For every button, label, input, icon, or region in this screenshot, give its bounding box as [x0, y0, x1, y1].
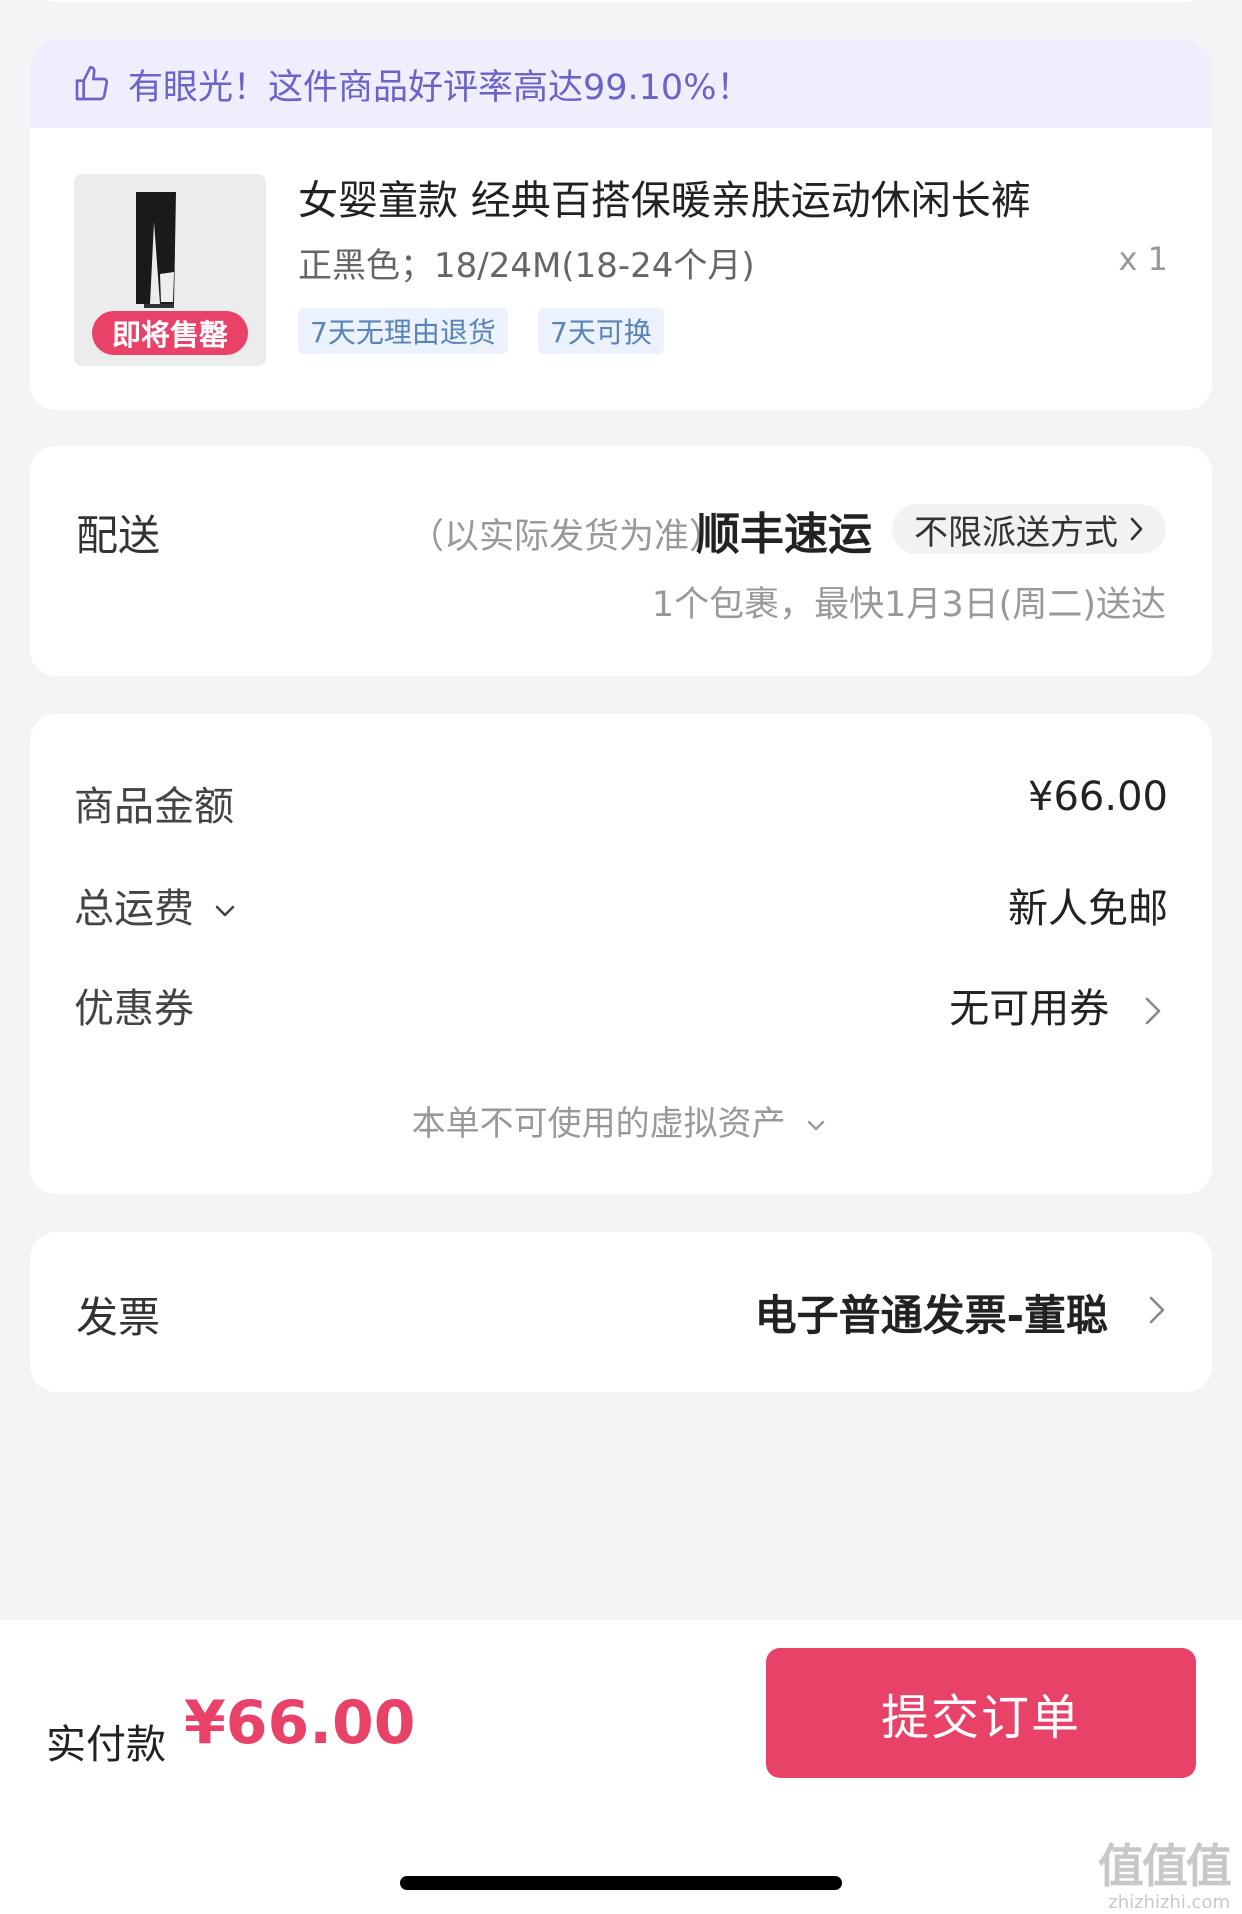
- chevron-right-icon: [1145, 997, 1161, 1025]
- previous-card-edge: [30, 0, 1212, 2]
- shipping-fee-value: 新人免邮: [1008, 886, 1168, 932]
- product-card: 有眼光！这件商品好评率高达99.10%！ 即将售罄 女婴童款 经典百搭保暖亲肤运…: [30, 40, 1212, 410]
- delivery-method-label: 不限派送方式: [914, 512, 1118, 553]
- site-watermark: 值值值 zhizhizhi.com: [1098, 1830, 1232, 1913]
- shipping-fee-toggle[interactable]: 总运费: [74, 876, 239, 934]
- promo-text: 有眼光！这件商品好评率高达99.10%！: [128, 67, 752, 108]
- coupon-label: 优惠券: [74, 986, 194, 1032]
- chevron-down-icon: [808, 1120, 825, 1130]
- tag-7day-exchange: 7天可换: [538, 308, 664, 354]
- checkout-bar: 实付款 ¥66.00 提交订单 值值值 zhizhizhi.com: [0, 1620, 1242, 1914]
- tag-7day-return: 7天无理由退货: [298, 308, 508, 354]
- pay-amount: ¥66.00: [184, 1688, 416, 1758]
- promo-banner: 有眼光！这件商品好评率高达99.10%！: [30, 40, 1212, 128]
- coupon-value: 无可用券: [949, 986, 1110, 1032]
- thumbs-up-icon: [75, 66, 109, 101]
- submit-order-button[interactable]: 提交订单: [766, 1648, 1196, 1778]
- goods-amount-label: 商品金额: [74, 784, 234, 830]
- home-indicator[interactable]: [400, 1876, 842, 1890]
- shipping-fee-label: 总运费: [74, 886, 194, 932]
- delivery-card: 配送 （以实际发货为准） 顺丰速运 不限派送方式 1个包裹，最快1月3日(周二)…: [30, 446, 1212, 676]
- pay-label: 实付款: [46, 1722, 166, 1768]
- coupon-selector[interactable]: 无可用券: [949, 976, 1168, 1034]
- sold-out-badge: 即将售罄: [92, 311, 248, 355]
- product-thumbnail[interactable]: 即将售罄: [74, 174, 266, 366]
- goods-amount-value: ¥66.00: [1028, 774, 1168, 820]
- invoice-label: 发票: [76, 1293, 161, 1342]
- delivery-label: 配送: [76, 511, 161, 560]
- virtual-assets-toggle[interactable]: 本单不可使用的虚拟资产: [30, 1096, 1212, 1145]
- chevron-down-icon: [215, 905, 235, 917]
- invoice-value: 电子普通发票-董聪: [754, 1291, 1108, 1340]
- totals-card: 商品金额 ¥66.00 总运费 新人免邮 优惠券 无可用券 本单不可使用的虚拟资…: [30, 714, 1212, 1194]
- delivery-method-button[interactable]: 不限派送方式: [892, 504, 1166, 554]
- delivery-carrier: 顺丰速运: [696, 509, 872, 560]
- delivery-note: （以实际发货为准）: [408, 517, 724, 557]
- delivery-eta: 1个包裹，最快1月3日(周二)送达: [651, 585, 1166, 625]
- chevron-right-icon: [1130, 517, 1143, 541]
- product-spec: 正黑色；18/24M(18-24个月): [298, 246, 755, 286]
- chevron-right-icon: [1149, 1296, 1165, 1324]
- virtual-assets-label: 本单不可使用的虚拟资产: [411, 1104, 786, 1144]
- product-title[interactable]: 女婴童款 经典百搭保暖亲肤运动休闲长裤: [298, 168, 1031, 226]
- invoice-card[interactable]: 发票 电子普通发票-董聪: [30, 1232, 1212, 1392]
- watermark-logo: 值值值: [1098, 1839, 1232, 1893]
- product-quantity: x 1: [1118, 240, 1168, 278]
- watermark-site: zhizhizhi.com: [1108, 1892, 1230, 1913]
